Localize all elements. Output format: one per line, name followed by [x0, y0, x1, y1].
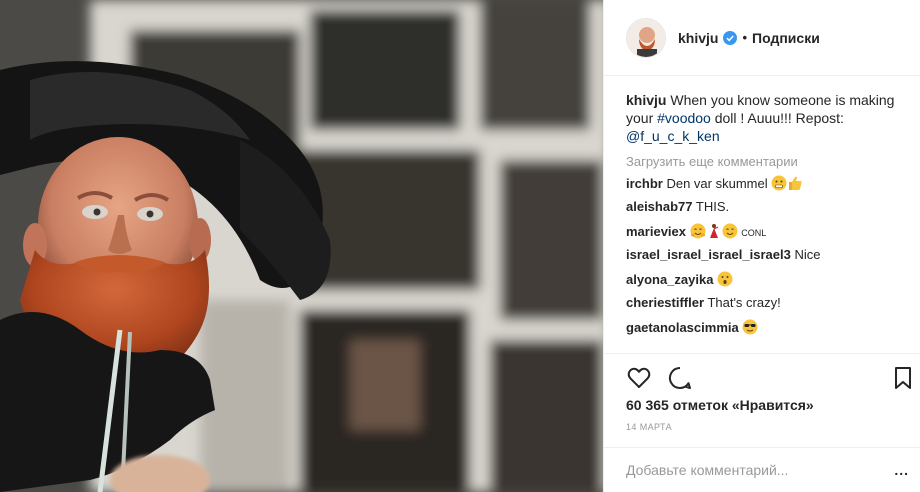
- hashtag-link[interactable]: #voodoo: [657, 110, 711, 126]
- comment-username[interactable]: aleishab77: [626, 199, 693, 214]
- mention-link[interactable]: @f_u_c_k_ken: [626, 128, 720, 144]
- comment-username[interactable]: israel_israel_israel_israel3: [626, 247, 791, 262]
- comment-text: That's crazy!: [707, 295, 781, 310]
- comment-username[interactable]: gaetanolascimmia: [626, 320, 739, 335]
- verified-badge-icon: [723, 30, 738, 45]
- wow-emoji-icon: [717, 271, 733, 287]
- comment-username[interactable]: alyona_zayika: [626, 272, 713, 287]
- action-bar: [604, 353, 920, 399]
- instagram-post-modal: khivju • Подписки khivju When you know s…: [0, 0, 920, 492]
- dancer-emoji-icon: [709, 224, 718, 238]
- comments-list[interactable]: khivju When you know someone is making y…: [604, 77, 920, 352]
- post-header: khivju • Подписки: [604, 0, 920, 76]
- comment-text: Nice: [794, 247, 821, 262]
- comment-row: aleishab77 THIS.: [626, 199, 909, 223]
- post-date[interactable]: 14 марта: [626, 422, 672, 432]
- heart-icon[interactable]: [626, 365, 652, 391]
- comment-row: irchbr Den var skummel: [626, 175, 909, 199]
- more-options-icon[interactable]: ...: [894, 462, 909, 478]
- post-photo[interactable]: [0, 0, 603, 492]
- avatar-image: [627, 18, 665, 57]
- comment-row: gaetanolascimmia: [626, 319, 909, 343]
- comment-text: Den var skummel: [666, 176, 768, 191]
- comment-input[interactable]: [626, 462, 886, 478]
- comment-row: cheriestiffler That's crazy!: [626, 295, 909, 319]
- following-button[interactable]: Подписки: [752, 30, 820, 46]
- post-caption: khivju When you know someone is making y…: [626, 91, 909, 145]
- comment-row: israel_israel_israel_israel3 Nice: [626, 247, 909, 271]
- author-username[interactable]: khivju: [678, 30, 718, 46]
- comment-username[interactable]: marieviex: [626, 224, 686, 239]
- caption-username[interactable]: khivju: [626, 92, 666, 108]
- separator-dot: •: [742, 30, 748, 45]
- sunglasses-emoji-icon: [742, 319, 758, 335]
- comment-text: THIS.: [695, 199, 730, 214]
- caption-text-2: doll ! Auuu!!! Repost:: [710, 110, 844, 126]
- comment-username[interactable]: irchbr: [626, 176, 663, 191]
- post-sidebar: khivju • Подписки khivju When you know s…: [603, 0, 920, 492]
- hug-emoji-icon: [690, 223, 706, 239]
- likes-count[interactable]: 60 365 отметок «Нравится»: [626, 397, 814, 413]
- smile-emoji-icon: [722, 223, 738, 239]
- scared-emoji-icon: [771, 175, 787, 191]
- load-more-comments[interactable]: Загрузить еще комментарии: [626, 154, 909, 169]
- add-comment-section: ...: [604, 447, 920, 492]
- comment-row: marieviex CONL: [626, 223, 909, 247]
- bookmark-icon[interactable]: [890, 365, 916, 391]
- post-image: [0, 0, 603, 492]
- comment-icon[interactable]: [667, 365, 693, 391]
- avatar[interactable]: [626, 17, 666, 58]
- comment-username[interactable]: cheriestiffler: [626, 295, 704, 310]
- comment-suffix: CONL: [741, 228, 767, 238]
- thumbs-up-emoji-icon: [789, 176, 802, 190]
- comment-row: alyona_zayika: [626, 271, 909, 295]
